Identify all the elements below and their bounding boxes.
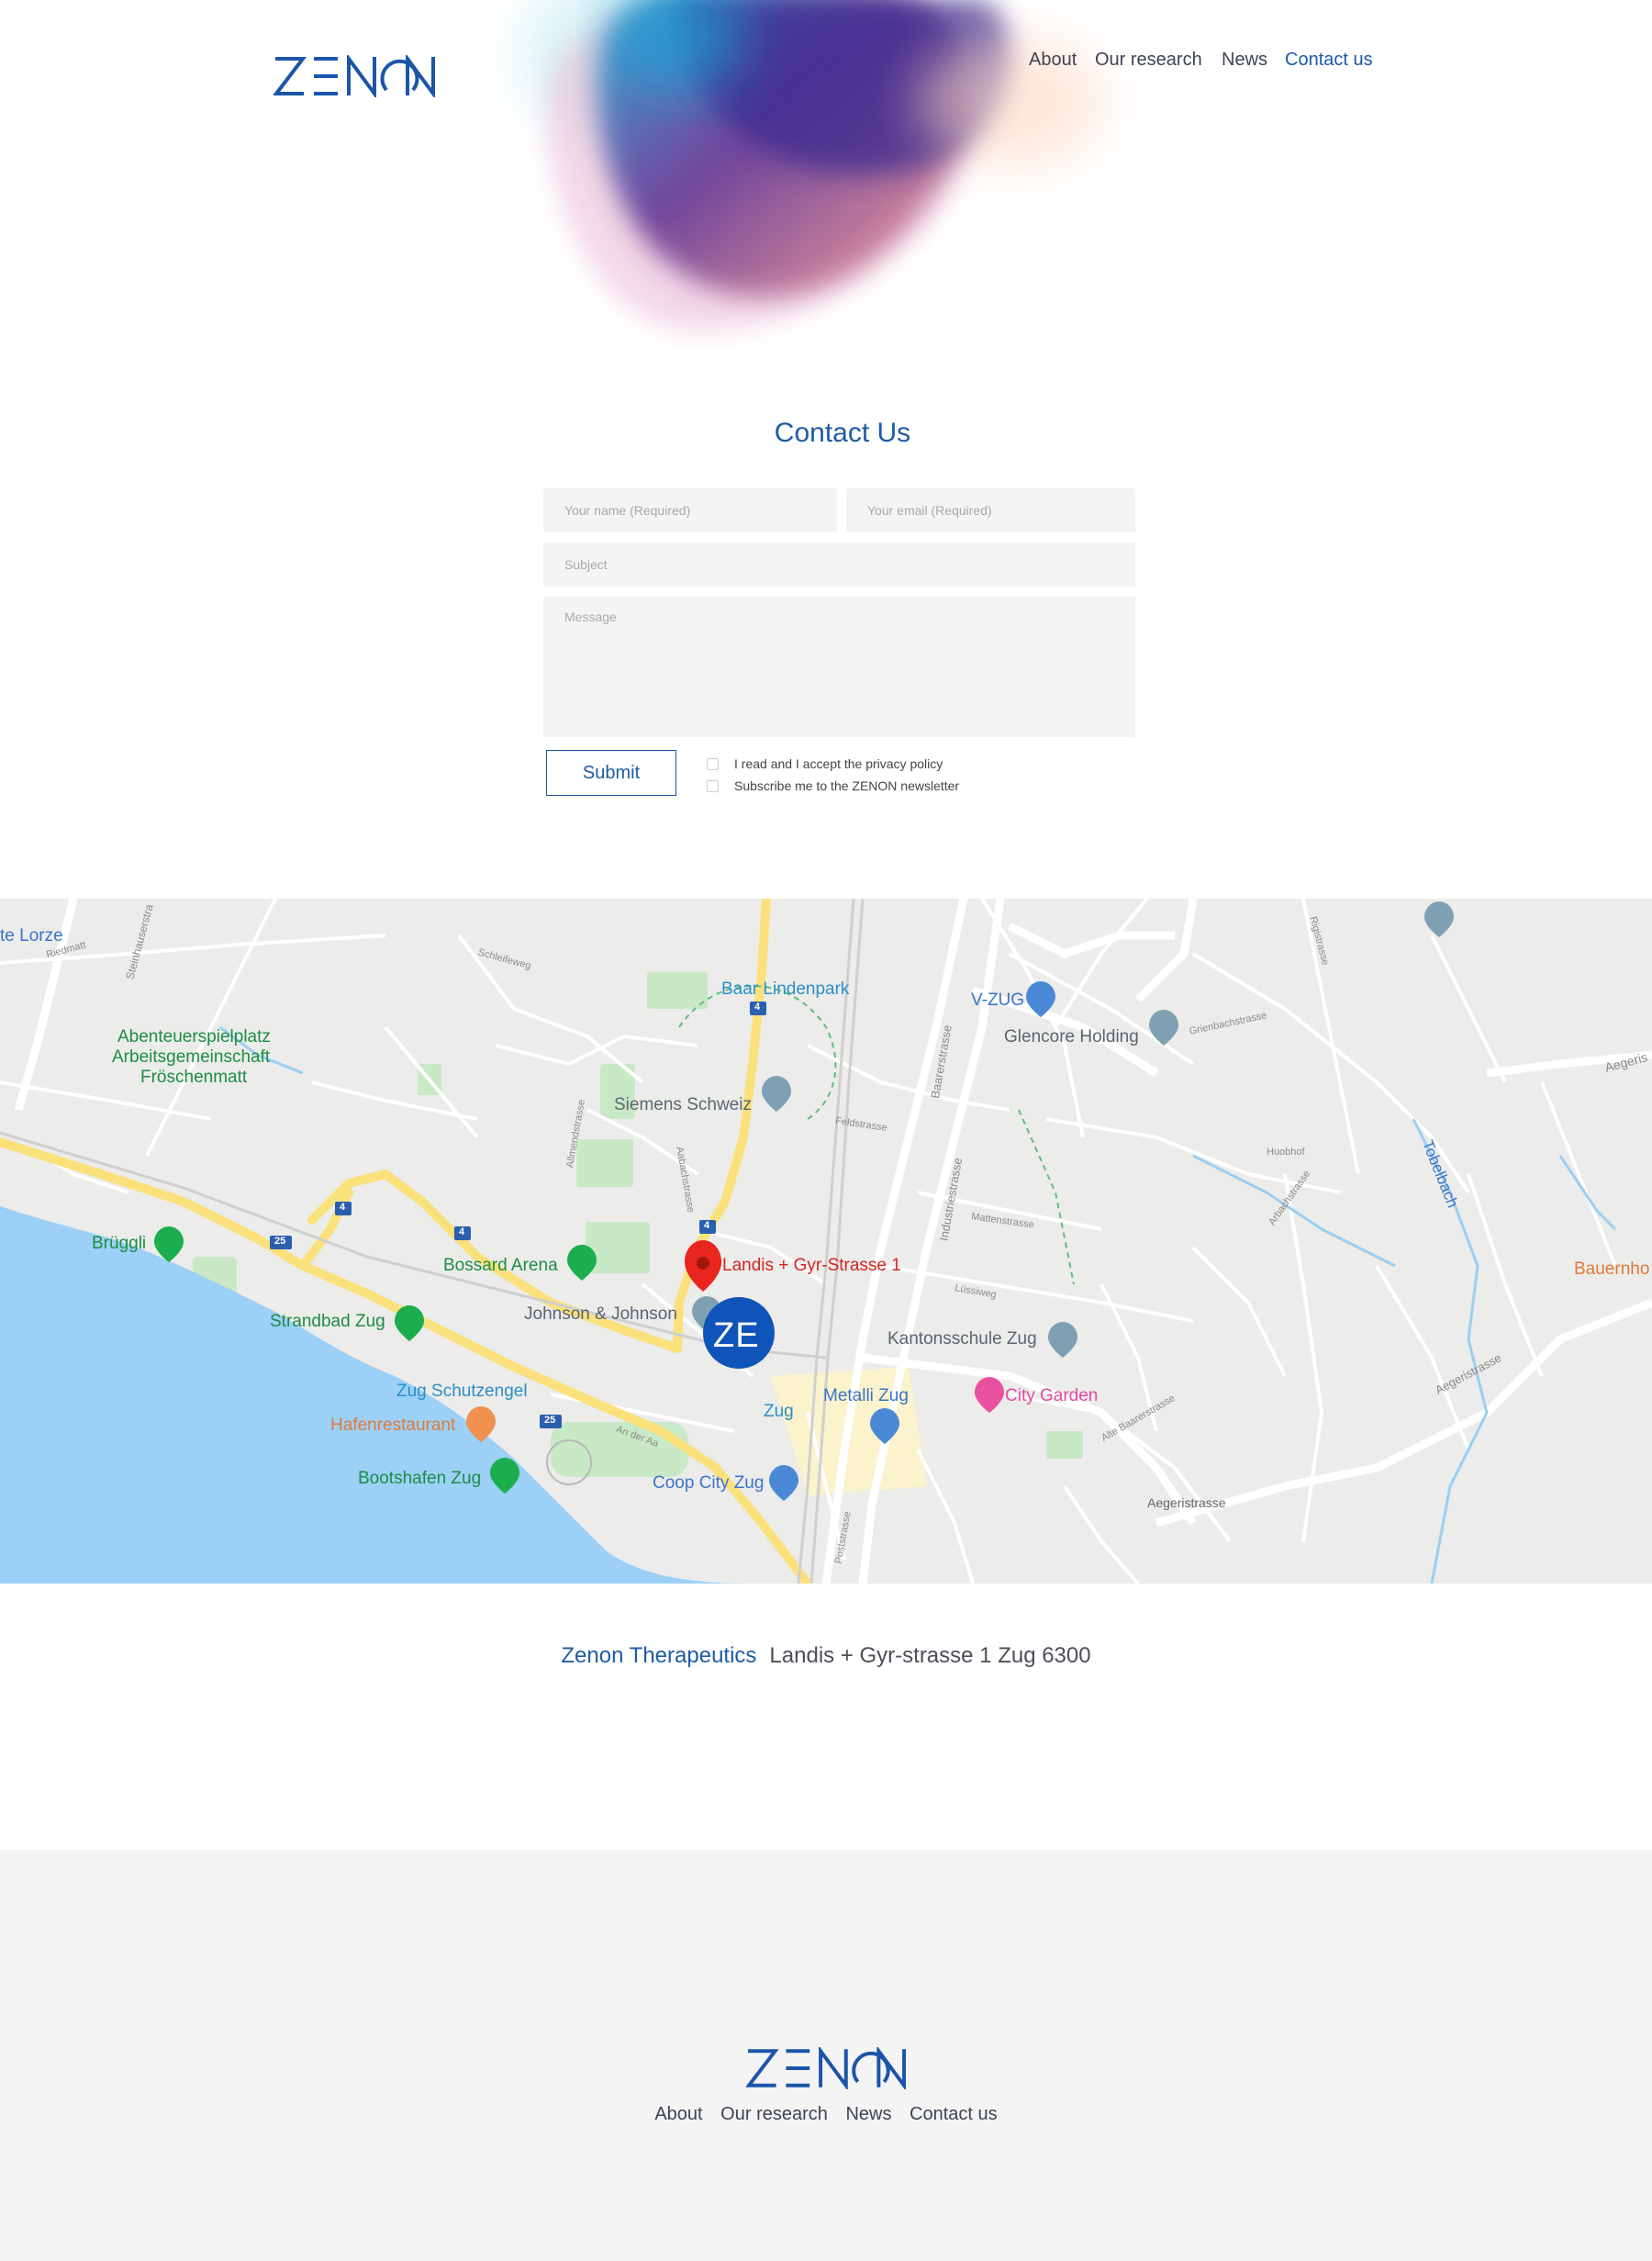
- map-place-zug-schutzengel: Zug Schutzengel: [396, 1382, 528, 1401]
- map-place-bootshafen: Bootshafen Zug: [358, 1469, 482, 1488]
- map-place-bruggli: Brüggli: [92, 1234, 147, 1253]
- location-map[interactable]: ZE Landis + Gyr-Strasse 1 Baar Lindenpar…: [0, 899, 1652, 1584]
- nav-news[interactable]: News: [1222, 50, 1267, 71]
- map-place-v-zug: V-ZUG: [971, 991, 1025, 1010]
- map-place-metalli: Metalli Zug: [823, 1386, 909, 1405]
- map-place-kantonsschule: Kantonsschule Zug: [887, 1329, 1037, 1349]
- map-place-bossard: Bossard Arena: [443, 1256, 558, 1275]
- privacy-checkbox[interactable]: [707, 757, 719, 770]
- subject-input[interactable]: [543, 543, 1135, 587]
- map-road-4d: 4: [704, 1220, 710, 1231]
- map-place-coop: Coop City Zug: [653, 1473, 765, 1493]
- map-place-baar-lindenpark: Baar Lindenpark: [721, 979, 850, 999]
- map-street-aegeristrasse: Aegeristrasse: [1147, 1495, 1226, 1510]
- map-place-strandbad: Strandbad Zug: [270, 1312, 385, 1331]
- nav-about[interactable]: About: [1029, 50, 1077, 71]
- map-road-4c: 4: [459, 1226, 465, 1237]
- map-base: [0, 899, 1652, 1584]
- map-place-abenteuer: Abenteuerspielplatz: [117, 1027, 271, 1047]
- street-address: Landis + Gyr-strasse 1 Zug 6300: [769, 1643, 1091, 1668]
- map-dashed-path-2: [1018, 1109, 1075, 1285]
- footer-nav-contact-us[interactable]: Contact us: [910, 2104, 998, 2124]
- footer-nav-about[interactable]: About: [654, 2104, 702, 2124]
- privacy-row: I read and I accept the privacy policy: [707, 755, 943, 773]
- footer-nav-news[interactable]: News: [845, 2104, 891, 2124]
- footer-zenon-logo[interactable]: [746, 2047, 908, 2089]
- footer-nav-our-research[interactable]: Our research: [720, 2104, 828, 2124]
- message-input[interactable]: [543, 597, 1135, 737]
- nav-our-research[interactable]: Our research: [1095, 50, 1202, 71]
- map-place-arbeits: Arbeitsgemeinschaft: [112, 1047, 271, 1067]
- submit-button[interactable]: Submit: [546, 750, 676, 796]
- map-street-huobhof: Huobhof: [1267, 1147, 1305, 1158]
- map-place-lorze: te Lorze: [0, 926, 63, 946]
- footer-nav: About Our research News Contact us: [0, 2104, 1652, 2125]
- map-place-hafenrestaurant: Hafenrestaurant: [330, 1416, 456, 1435]
- map-road-4b: 4: [340, 1202, 346, 1213]
- map-marker-label: Landis + Gyr-Strasse 1: [722, 1256, 901, 1275]
- map-place-siemens: Siemens Schweiz: [614, 1095, 752, 1114]
- map-place-froschenmatt: Fröschenmatt: [140, 1068, 248, 1087]
- company-name: Zenon Therapeutics: [561, 1643, 757, 1668]
- contact-title: Contact Us: [774, 418, 911, 448]
- map-place-johnson: Johnson & Johnson: [524, 1304, 677, 1324]
- nav-contact-us[interactable]: Contact us: [1285, 50, 1373, 71]
- map-zenon-marker-label: ZE: [713, 1316, 760, 1355]
- privacy-label: I read and I accept the privacy policy: [734, 756, 943, 771]
- map-place-glencore: Glencore Holding: [1004, 1027, 1139, 1047]
- map-place-city-garden: City Garden: [1005, 1386, 1099, 1405]
- newsletter-checkbox[interactable]: [707, 779, 719, 792]
- map-place-zug-station: Zug: [764, 1402, 794, 1421]
- email-input[interactable]: [846, 488, 1135, 532]
- footer: About Our research News Contact us: [0, 1850, 1652, 2261]
- main-nav: About Our research News Contact us: [0, 50, 1377, 77]
- newsletter-row: Subscribe me to the ZENON newsletter: [707, 777, 959, 795]
- newsletter-label: Subscribe me to the ZENON newsletter: [734, 778, 960, 793]
- map-road-4a: 4: [754, 1002, 761, 1013]
- map-road-25b: 25: [544, 1415, 556, 1426]
- map-road-25a: 25: [274, 1236, 286, 1247]
- map-place-bauernhof: Bauernho: [1574, 1259, 1650, 1279]
- name-input[interactable]: [543, 488, 837, 532]
- address-line: Zenon Therapeutics Landis + Gyr-strasse 1…: [0, 1643, 1652, 1669]
